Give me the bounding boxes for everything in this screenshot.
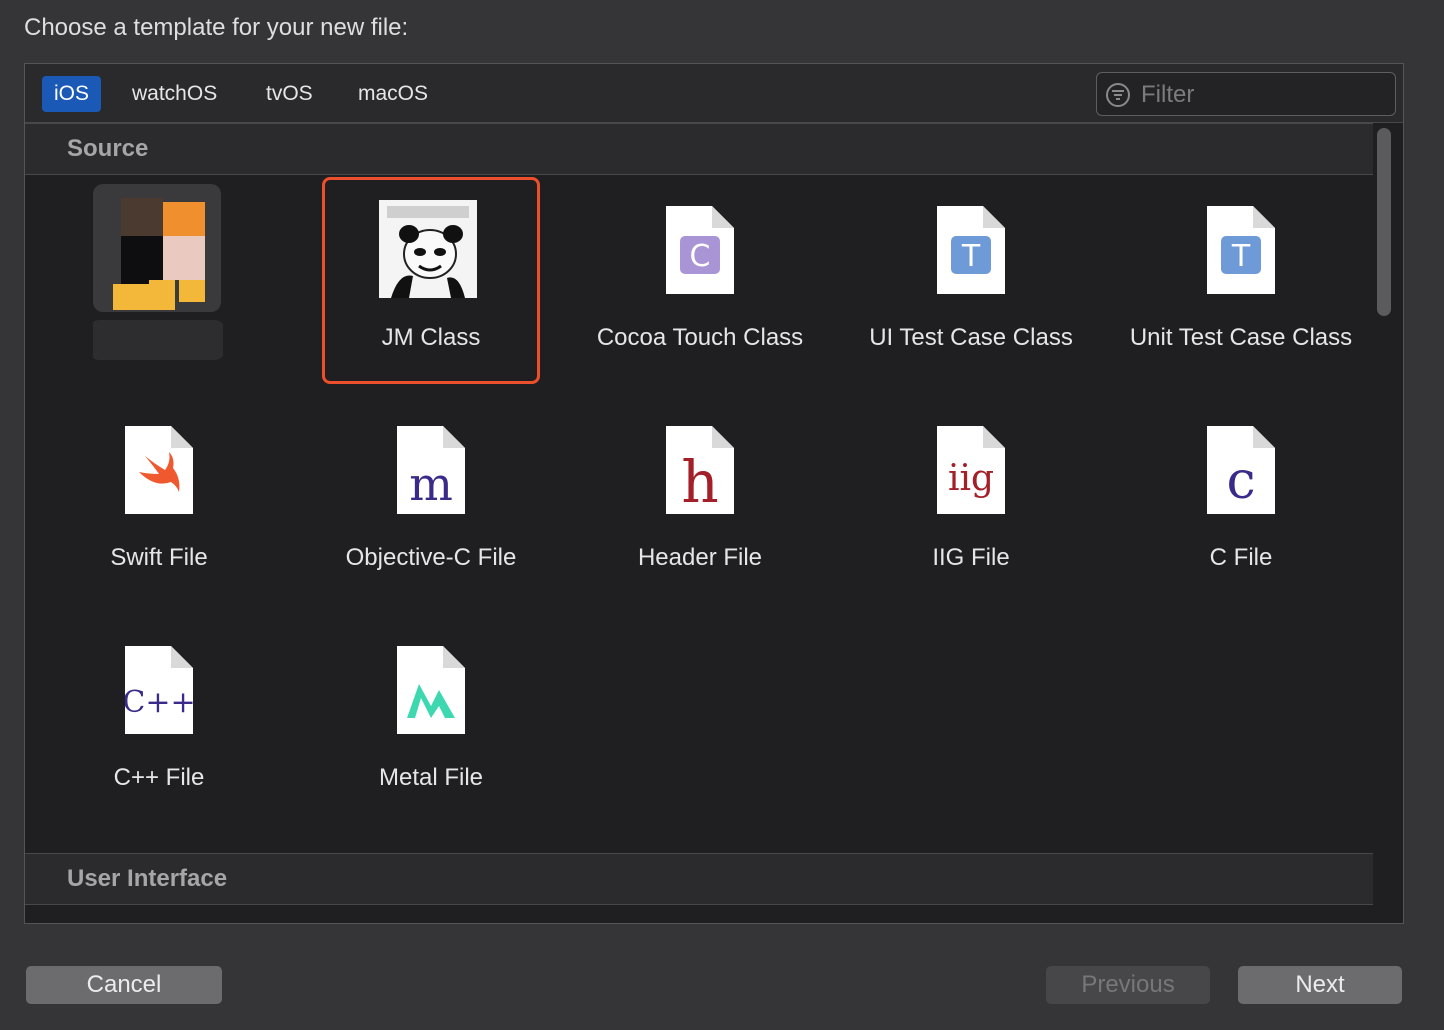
header-file-icon: h	[666, 426, 734, 514]
cocoa-touch-class-icon: C	[666, 206, 734, 294]
platform-bar: iOS watchOS tvOS macOS Filter	[25, 64, 1403, 123]
svg-text:C: C	[690, 239, 711, 274]
template-unit-test-case-class[interactable]: T Unit Test Case Class	[1126, 184, 1356, 354]
section-user-interface: User Interface	[25, 853, 1373, 905]
svg-text:iig: iig	[948, 458, 994, 499]
cancel-button[interactable]: Cancel	[26, 966, 222, 1004]
section-source-label: Source	[67, 135, 149, 162]
unit-test-case-class-icon: T	[1207, 206, 1275, 294]
template-cpp-file[interactable]: C++ C++ File	[44, 624, 274, 794]
template-label: IIG File	[932, 544, 1010, 571]
filter-placeholder: Filter	[1141, 81, 1195, 108]
template-cocoa-touch-class[interactable]: C Cocoa Touch Class	[585, 184, 815, 354]
objective-c-file-icon: m	[397, 426, 465, 514]
template-label: UI Test Case Class	[869, 324, 1073, 351]
scrollbar-thumb[interactable]	[1377, 128, 1391, 316]
selection-highlight	[322, 177, 540, 384]
next-button[interactable]: Next	[1238, 966, 1402, 1004]
svg-text:T: T	[1231, 239, 1251, 274]
tab-macos[interactable]: macOS	[346, 76, 440, 112]
tab-ios[interactable]: iOS	[42, 76, 102, 112]
svg-text:m: m	[409, 457, 453, 511]
template-header-file[interactable]: h Header File	[585, 404, 815, 574]
metal-file-icon	[397, 646, 465, 734]
previous-button[interactable]: Previous	[1046, 966, 1210, 1004]
template-label: C File	[1209, 544, 1273, 571]
svg-text:h: h	[681, 448, 718, 514]
template-label: Header File	[637, 544, 763, 571]
template-label: C++ File	[113, 764, 205, 791]
template-metal-file[interactable]: Metal File	[316, 624, 546, 794]
c-file-icon: c	[1207, 426, 1275, 514]
template-c-file[interactable]: c C File	[1126, 404, 1356, 574]
swift-file-icon	[125, 426, 193, 514]
template-chooser-panel: iOS watchOS tvOS macOS Filter Source JM …	[24, 63, 1404, 924]
template-label: Objective-C File	[345, 544, 517, 571]
cpp-file-icon: C++	[125, 646, 193, 734]
template-label: Swift File	[110, 544, 208, 571]
section-user-interface-label: User Interface	[67, 865, 228, 892]
tab-tvos[interactable]: tvOS	[254, 76, 325, 112]
template-iig-file[interactable]: iig IIG File	[856, 404, 1086, 574]
svg-text:c: c	[1226, 451, 1255, 511]
template-label: Cocoa Touch Class	[596, 324, 804, 351]
template-custom-blurred[interactable]	[44, 184, 274, 360]
ui-test-case-class-icon: T	[937, 206, 1005, 294]
template-label: Unit Test Case Class	[1129, 324, 1353, 351]
template-label: Metal File	[378, 764, 484, 791]
custom-template-icon	[93, 184, 223, 360]
template-ui-test-case-class[interactable]: T UI Test Case Class	[856, 184, 1086, 354]
dialog-title: Choose a template for your new file:	[24, 14, 409, 41]
filter-field[interactable]: Filter	[1096, 72, 1396, 116]
template-objective-c-file[interactable]: m Objective-C File	[316, 404, 546, 574]
svg-text:T: T	[961, 239, 981, 274]
svg-text:C++: C++	[125, 685, 193, 720]
tab-watchos[interactable]: watchOS	[120, 76, 229, 112]
filter-icon	[1106, 83, 1130, 107]
iig-file-icon: iig	[937, 426, 1005, 514]
section-source: Source	[25, 123, 1373, 175]
template-swift-file[interactable]: Swift File	[44, 404, 274, 574]
